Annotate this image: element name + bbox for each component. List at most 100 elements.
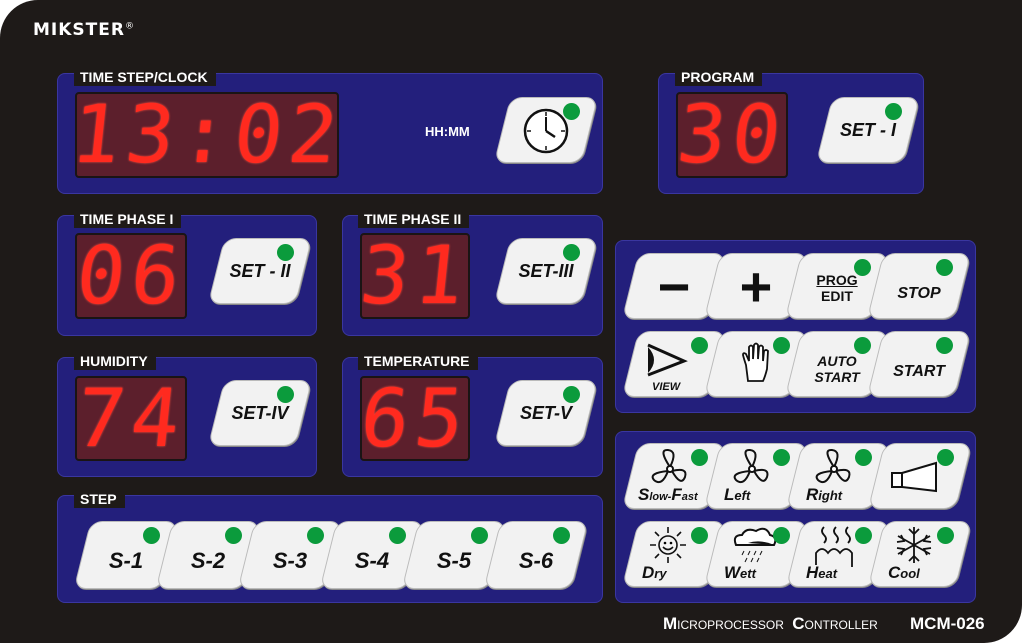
clock-led xyxy=(563,103,580,120)
humidity-label: HUMIDITY xyxy=(74,352,156,370)
temperature-display: 65 xyxy=(360,376,470,461)
model-number: MCM-026 xyxy=(910,614,985,633)
horn-led xyxy=(937,449,954,466)
view-led xyxy=(691,337,708,354)
set-iv-button[interactable]: SET-IV xyxy=(207,380,313,446)
set-iii-button[interactable]: SET-III xyxy=(493,238,599,304)
set-i-button[interactable]: SET - I xyxy=(815,97,921,163)
horn-button[interactable] xyxy=(867,443,973,509)
temperature-label: TEMPERATURE xyxy=(358,352,478,370)
label-rest: ool xyxy=(900,566,920,581)
cool-button[interactable]: Cool xyxy=(867,521,973,587)
program-digits: 30 xyxy=(676,92,788,178)
label-initial: F xyxy=(671,485,682,504)
view-label: VIEW xyxy=(652,381,681,393)
set-v-led xyxy=(563,386,580,403)
start-button[interactable]: START xyxy=(866,331,972,397)
controller-panel: MIKSTER® TIME STEP/CLOCK 13:02 HH:MM PRO… xyxy=(0,0,1022,643)
label-initial: C xyxy=(888,563,901,582)
footer-title: MICROPROCESSOR CONTROLLER xyxy=(663,614,878,634)
step-led xyxy=(389,527,406,544)
wett-led xyxy=(773,527,790,544)
footer-controller: ONTROLLER xyxy=(804,618,878,632)
step-led xyxy=(553,527,570,544)
set-v-button[interactable]: SET-V xyxy=(493,380,599,446)
footer-microprocessor: ICROPROCESSOR xyxy=(677,618,784,632)
set-ii-button[interactable]: SET - II xyxy=(207,238,313,304)
label-rest: low- xyxy=(649,491,672,503)
auto-start-led xyxy=(854,337,871,354)
label-rest: ry xyxy=(654,566,667,581)
time-step-digits: 13:02 xyxy=(75,92,339,178)
footer-m: M xyxy=(663,614,678,633)
step-button-1[interactable]: S-1 xyxy=(73,521,179,589)
step-button-5[interactable]: S-5 xyxy=(401,521,507,589)
slow-fast-led xyxy=(691,449,708,466)
step-button-4[interactable]: S-4 xyxy=(319,521,425,589)
label-initial: H xyxy=(806,563,819,582)
temperature-digits: 65 xyxy=(360,376,470,461)
auto-start-label: START xyxy=(814,369,860,385)
step-button-3[interactable]: S-3 xyxy=(237,521,343,589)
right-led xyxy=(855,449,872,466)
start-led xyxy=(936,337,953,354)
label-initial: L xyxy=(724,485,735,504)
label-initial: W xyxy=(724,563,741,582)
minus-button[interactable]: − xyxy=(621,253,727,319)
hand-led xyxy=(773,337,790,354)
label-initial: S xyxy=(638,485,650,504)
time-phase-1-digits: 06 xyxy=(75,233,187,319)
label-initial: R xyxy=(806,485,819,504)
time-phase-1-label: TIME PHASE I xyxy=(74,210,182,228)
dry-button[interactable]: Dry xyxy=(621,521,727,587)
mikster-logo: MIKSTER® xyxy=(33,20,135,40)
time-step-label: TIME STEP/CLOCK xyxy=(74,68,216,86)
stop-button[interactable]: STOP xyxy=(866,253,972,319)
label-rest: ett xyxy=(740,566,756,581)
time-phase-1-display: 06 xyxy=(75,233,187,319)
set-i-led xyxy=(885,103,902,120)
time-phase-2-label: TIME PHASE II xyxy=(358,210,470,228)
step-label: STEP xyxy=(74,490,125,508)
label-rest: eft xyxy=(734,488,751,503)
time-phase-2-digits: 31 xyxy=(360,233,470,319)
slow-fast-button[interactable]: Slow-Fast xyxy=(621,443,727,509)
heat-button[interactable]: Heat xyxy=(785,521,891,587)
right-button[interactable]: Right xyxy=(785,443,891,509)
auto-label: AUTO xyxy=(817,353,857,369)
prog-label: PROG xyxy=(816,272,858,288)
set-iii-led xyxy=(563,244,580,261)
program-display: 30 xyxy=(676,92,788,178)
minus-label: − xyxy=(657,254,691,318)
step-led xyxy=(143,527,160,544)
step-led xyxy=(307,527,324,544)
time-step-display: 13:02 xyxy=(75,92,339,178)
step-button-2[interactable]: S-2 xyxy=(155,521,261,589)
program-label: PROGRAM xyxy=(675,68,763,86)
step-led xyxy=(471,527,488,544)
left-button[interactable]: Left xyxy=(703,443,809,509)
registered-mark: ® xyxy=(124,21,135,32)
auto-start-button[interactable]: AUTO START xyxy=(784,331,890,397)
dry-led xyxy=(691,527,708,544)
humidity-display: 74 xyxy=(75,376,187,461)
heat-led xyxy=(855,527,872,544)
label-rest: eat xyxy=(818,566,838,581)
cool-led xyxy=(937,527,954,544)
label-rest: ight xyxy=(818,488,843,503)
prog-edit-button[interactable]: PROG EDIT xyxy=(784,253,890,319)
clock-button[interactable] xyxy=(493,97,599,163)
step-led xyxy=(225,527,242,544)
logo-text: MIKSTER xyxy=(33,20,125,40)
edit-label: EDIT xyxy=(821,288,853,304)
step-button-6[interactable]: S-6 xyxy=(483,521,589,589)
wett-button[interactable]: Wett xyxy=(703,521,809,587)
set-iv-led xyxy=(277,386,294,403)
view-button[interactable]: VIEW xyxy=(621,331,727,397)
time-unit-label: HH:MM xyxy=(425,124,470,139)
prog-led xyxy=(854,259,871,276)
left-led xyxy=(773,449,790,466)
set-ii-led xyxy=(277,244,294,261)
stop-led xyxy=(936,259,953,276)
footer-c: C xyxy=(792,614,805,633)
